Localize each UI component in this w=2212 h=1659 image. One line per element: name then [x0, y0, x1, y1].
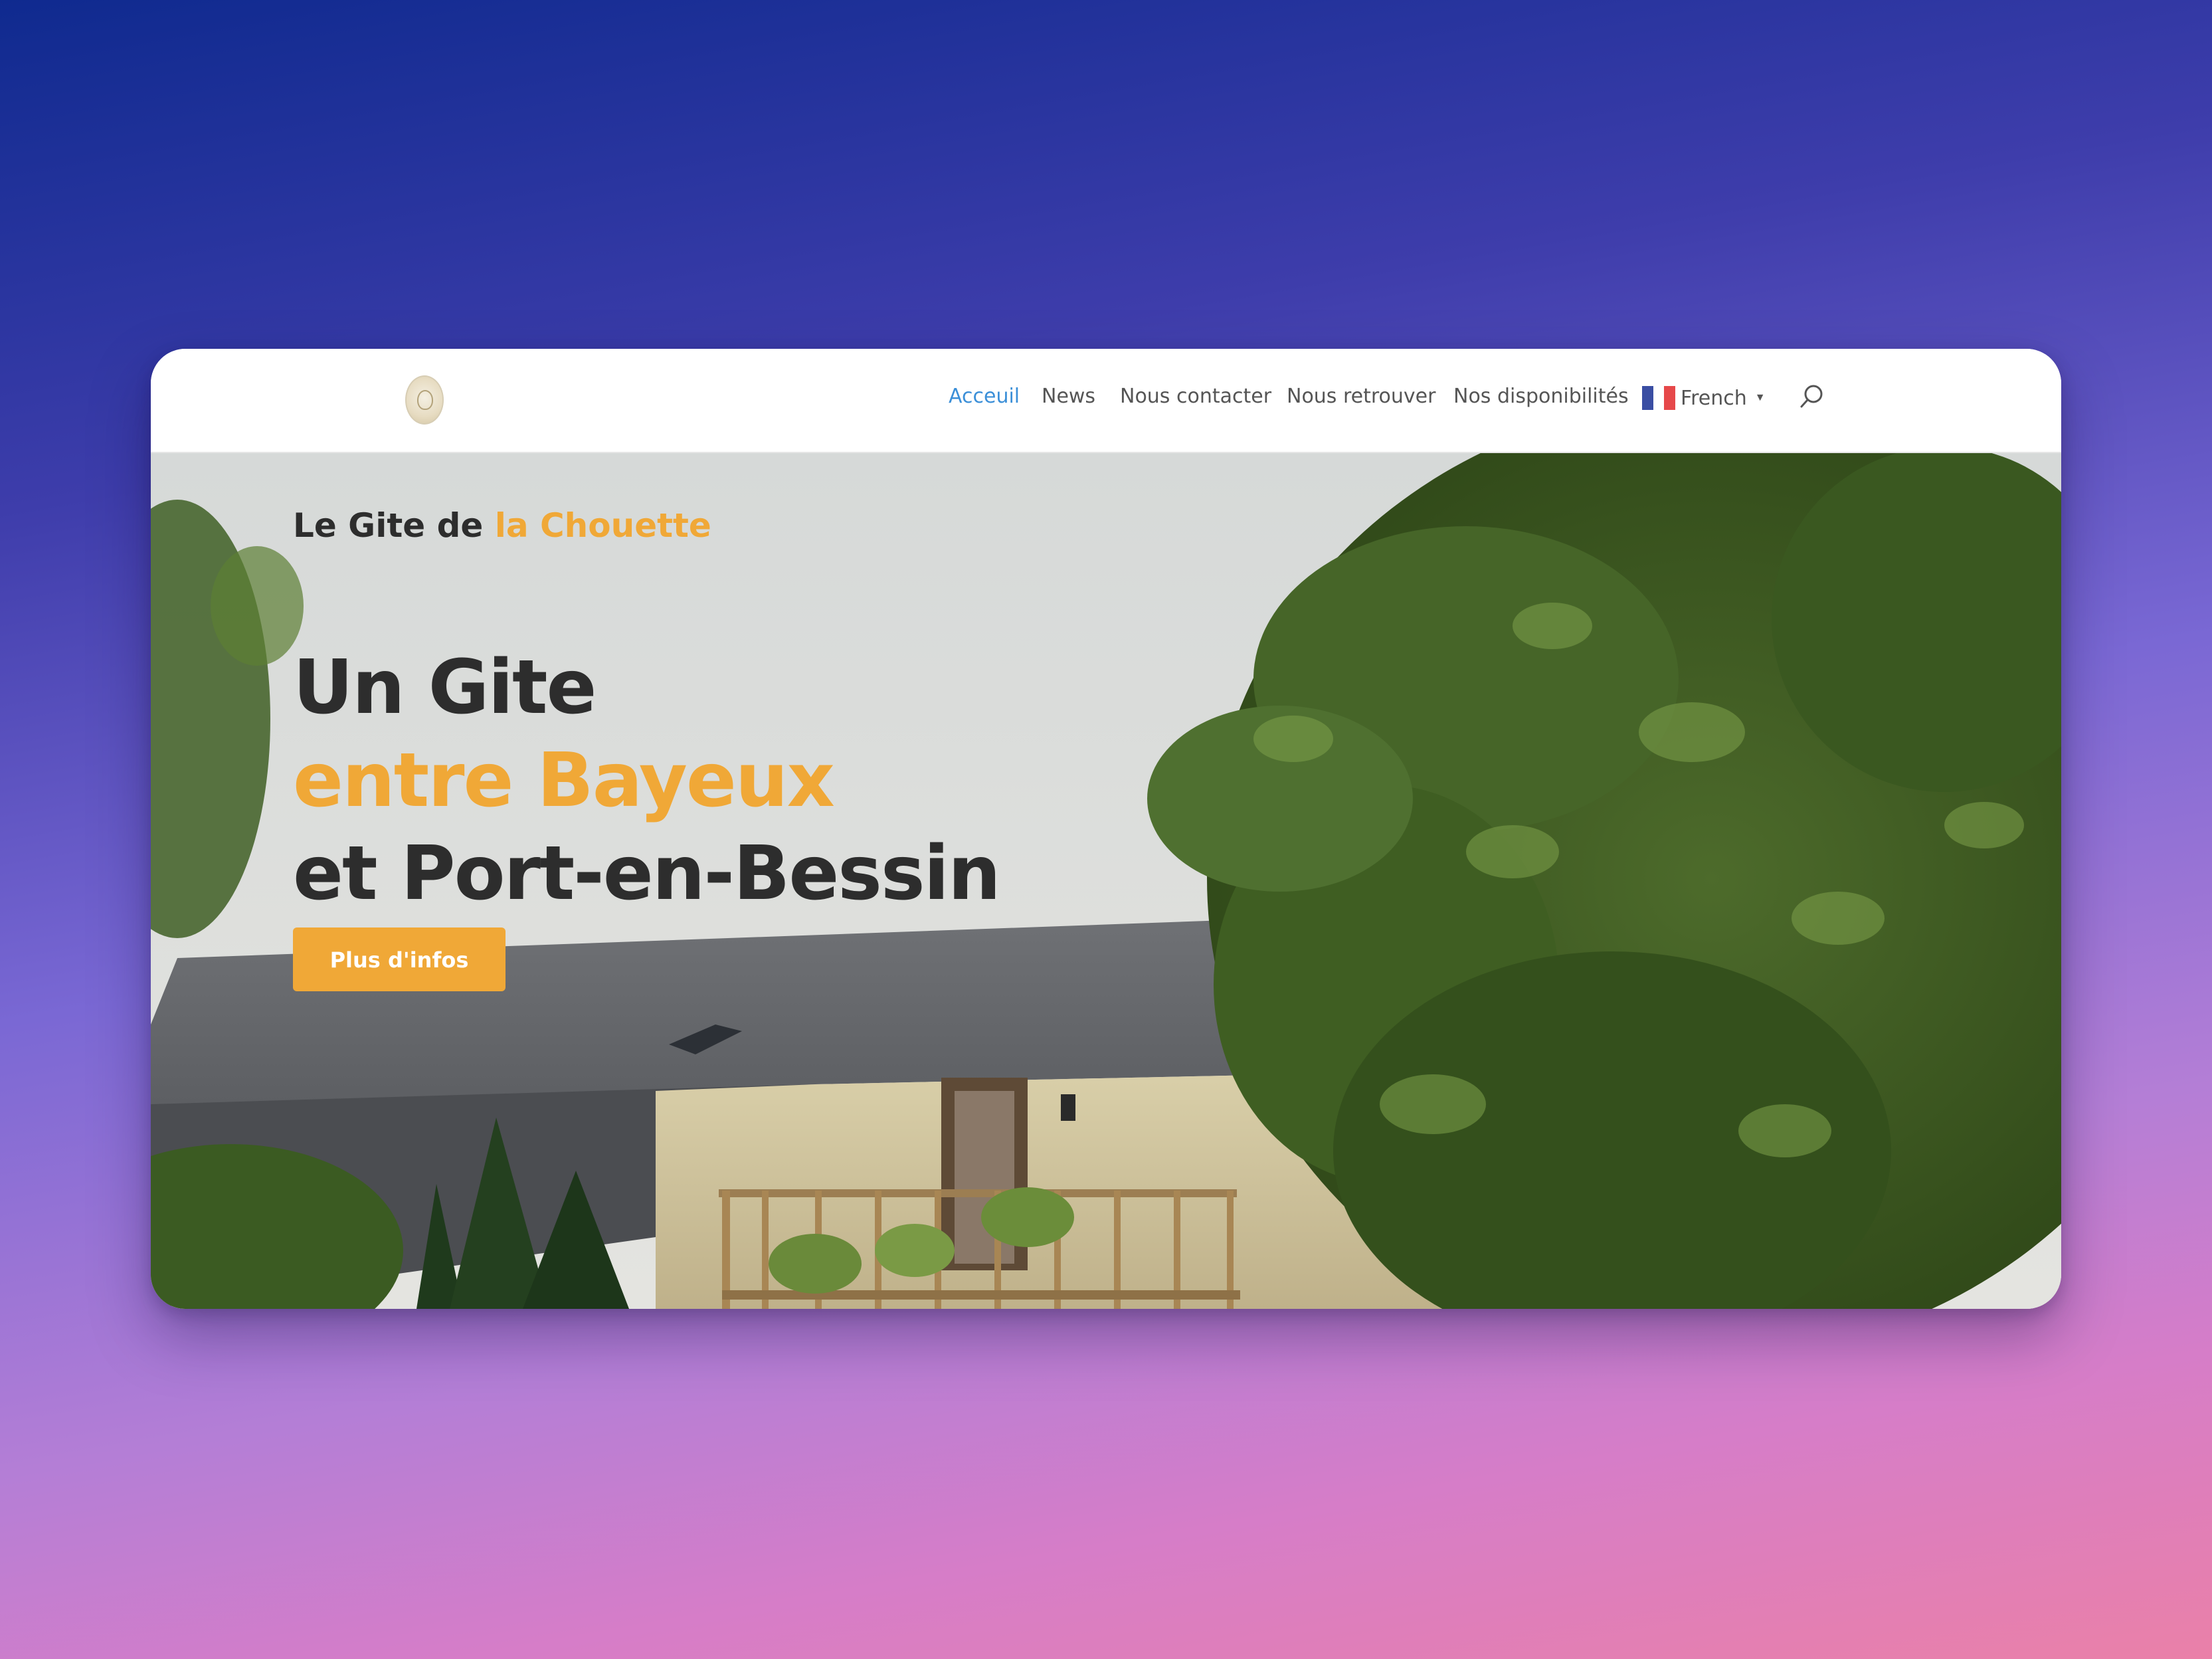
chevron-down-icon: ▼ — [1754, 392, 1766, 403]
kicker-accent: la Chouette — [494, 506, 711, 545]
nav-item-news[interactable]: News — [1042, 382, 1095, 411]
search-icon[interactable] — [1797, 382, 1826, 411]
france-flag-icon — [1642, 386, 1676, 410]
nav-item-nous-retrouver[interactable]: Nous retrouver — [1287, 382, 1435, 411]
hero-title-line-2: entre Bayeux — [293, 737, 835, 824]
language-label: French — [1681, 386, 1747, 410]
kicker-prefix: Le Gite de — [293, 506, 495, 545]
hero-section: Le Gite de la Chouette Un Gite entre Bay… — [151, 453, 2061, 1309]
hero-kicker: Le Gite de la Chouette — [293, 506, 711, 545]
hero-title-line-1: Un Gite — [293, 644, 597, 731]
site-header: Acceuil News Nous contacter Nous retrouv… — [151, 349, 2061, 453]
nav-item-nous-contacter[interactable]: Nous contacter — [1120, 382, 1271, 411]
nav-item-acceuil[interactable]: Acceuil — [949, 382, 1020, 411]
main-nav: Acceuil News Nous contacter Nous retrouv… — [151, 349, 2061, 452]
language-switcher[interactable]: French ▼ — [1642, 383, 1766, 413]
nav-item-nos-disponibilites[interactable]: Nos disponibilités — [1453, 382, 1629, 411]
browser-window: Acceuil News Nous contacter Nous retrouv… — [151, 349, 2061, 1309]
hero-title-line-3: et Port-en-Bessin — [293, 830, 1001, 917]
plus-d-infos-button[interactable]: Plus d'infos — [293, 927, 506, 991]
